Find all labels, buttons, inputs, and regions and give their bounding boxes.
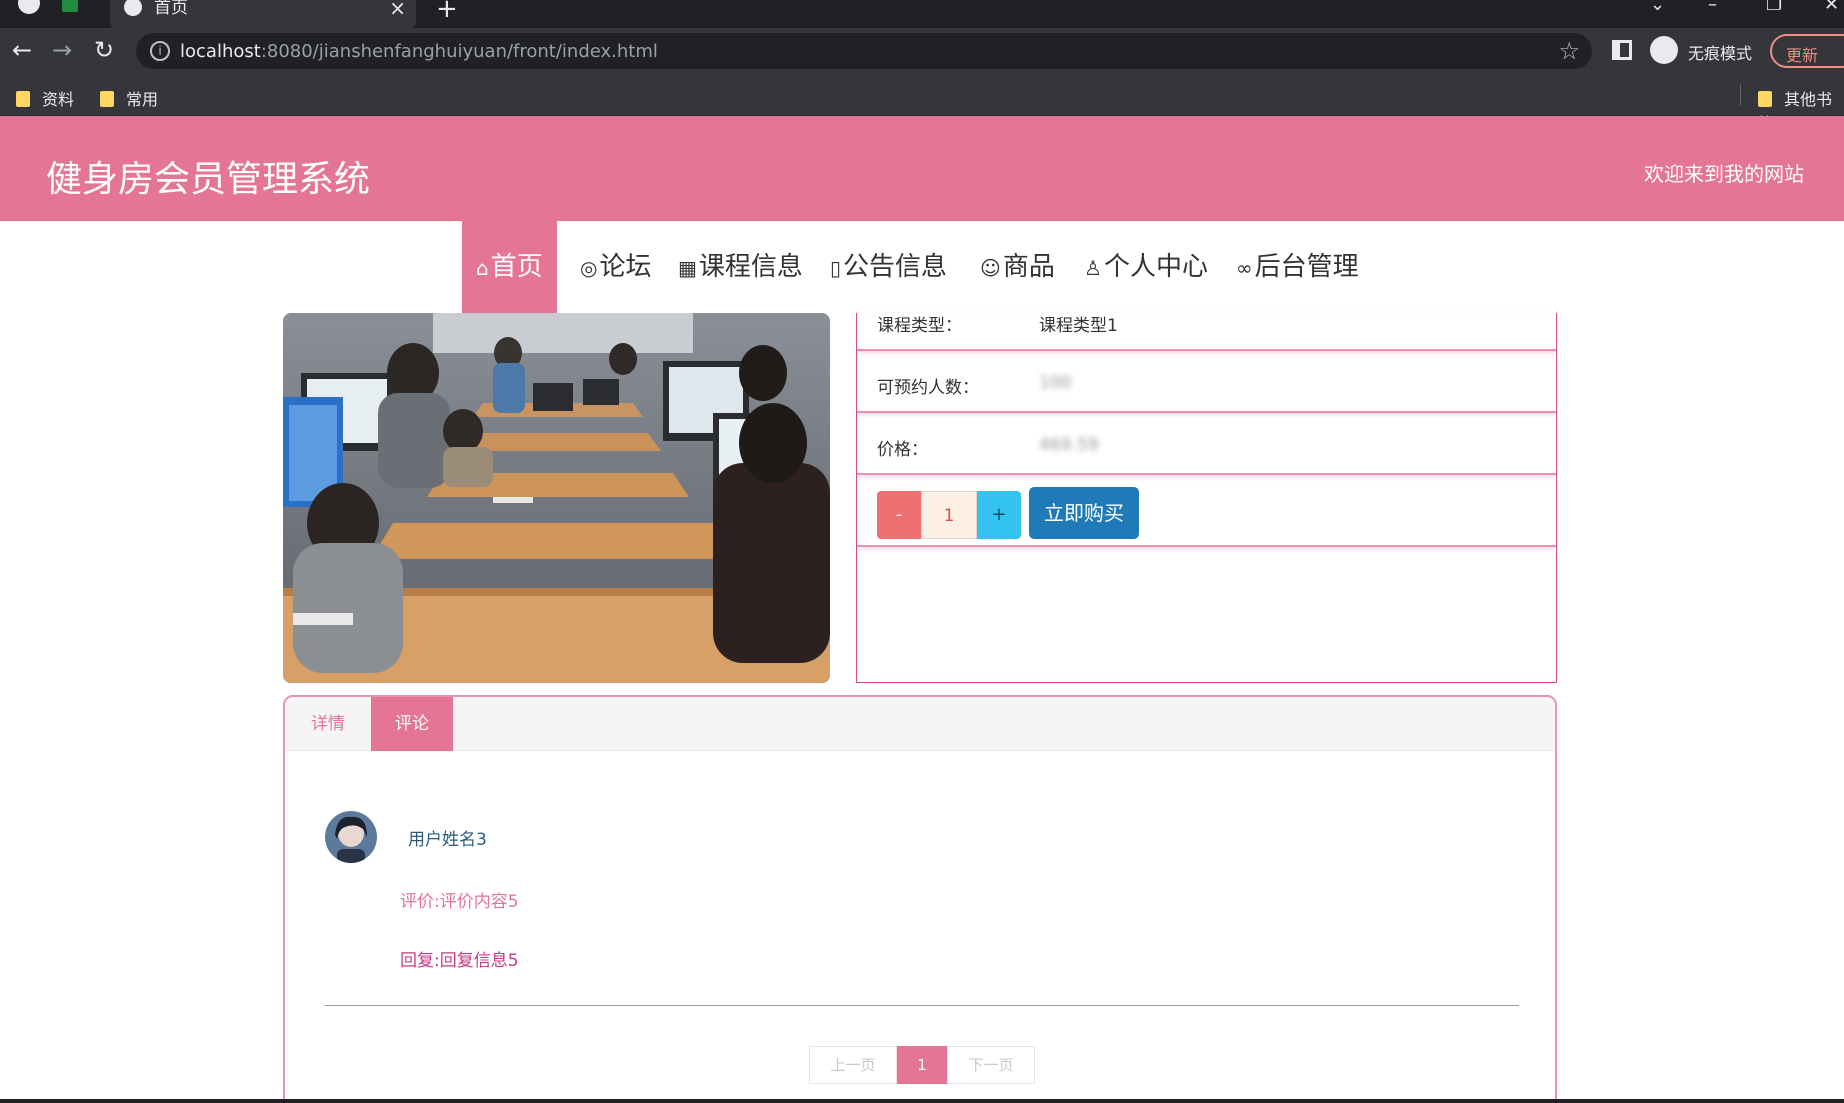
nav-label: 商品 (1002, 252, 1055, 282)
close-tab-icon[interactable]: × (389, 0, 406, 20)
comment-evaluation: 评价:评价内容5 (400, 892, 519, 912)
url-text[interactable]: localhost:8080/jianshenfanghuiyuan/front… (180, 41, 658, 62)
comments-panel: 详情 评论 用户姓名3 评价:评价内容5 回复:回复信息5 上一页 1 下一页 (283, 695, 1557, 1103)
browser-toolbar: ← → ↻ i localhost:8080/jianshenfanghuiyu… (0, 28, 1844, 74)
detail-row-course-type: 课程类型： 课程类型1 (857, 313, 1556, 351)
avatar-image (325, 811, 377, 863)
pagination-next-button[interactable]: 下一页 (947, 1046, 1035, 1084)
minimize-icon[interactable]: – (1708, 0, 1717, 15)
globe-icon (124, 0, 142, 16)
comment-reply: 回复:回复信息5 (400, 951, 519, 971)
book-icon: ▯ (830, 256, 842, 280)
site-header: 健身房会员管理系统 欢迎来到我的网站 (0, 116, 1844, 221)
bookmark-label: 常用 (126, 90, 159, 109)
nav-label: 课程信息 (698, 252, 803, 282)
calendar-icon: ▦ (678, 256, 697, 280)
quantity-input[interactable]: 1 (921, 491, 977, 539)
nav-item-profile[interactable]: ♙个人中心 (1084, 221, 1208, 313)
nav-item-courses[interactable]: ▦课程信息 (678, 221, 803, 313)
tab-comments[interactable]: 评论 (371, 697, 453, 751)
site-info-icon[interactable]: i (150, 41, 170, 61)
nav-label: 后台管理 (1254, 252, 1359, 282)
nav-item-admin[interactable]: ∞后台管理 (1236, 221, 1359, 313)
folder-icon (1758, 91, 1772, 107)
bottom-edge-bar (0, 1099, 1844, 1103)
restore-icon[interactable]: ❐ (1766, 0, 1782, 15)
detail-row-capacity: 可预约人数： 100 (857, 353, 1556, 413)
pagination-current-page[interactable]: 1 (897, 1046, 947, 1084)
incognito-icon[interactable] (1650, 36, 1678, 64)
tab-title: 首页 (154, 0, 188, 18)
forward-icon[interactable]: → (52, 36, 72, 64)
price-value: 469.59 (1039, 435, 1099, 455)
bookmark-folder[interactable]: 常用 (100, 86, 158, 110)
chrome-menu-icon[interactable] (18, 0, 40, 14)
url-host: localhost (180, 41, 261, 62)
folder-icon (16, 91, 30, 107)
nav-label: 个人中心 (1103, 252, 1208, 282)
link-icon: ∞ (1236, 256, 1253, 280)
window-close-icon[interactable]: ✕ (1824, 0, 1839, 15)
browser-tab-strip: 首页 × + ⌄ – ❐ ✕ (0, 0, 1844, 28)
capacity-value: 100 (1039, 373, 1072, 393)
folder-icon (100, 91, 114, 107)
tab-search-icon[interactable]: ⌄ (1650, 0, 1665, 15)
course-detail-panel: 课程类型： 课程类型1 可预约人数： 100 价格： 469.59 - 1 + … (856, 313, 1557, 683)
bookmark-folder[interactable]: 资料 (16, 86, 74, 110)
site-title: 健身房会员管理系统 (46, 159, 371, 200)
comment-divider (325, 1005, 1519, 1006)
buy-now-button[interactable]: 立即购买 (1029, 487, 1139, 539)
detail-tabs: 详情 评论 (285, 697, 1555, 751)
bookmarks-divider (1740, 84, 1741, 106)
back-icon[interactable]: ← (12, 36, 32, 64)
home-icon: ⌂ (476, 256, 489, 280)
user-icon: ♙ (1084, 256, 1102, 280)
nav-item-forum[interactable]: ◎论坛 (580, 221, 651, 313)
course-type-label: 课程类型： (877, 316, 962, 336)
capacity-label: 可预约人数： (877, 378, 979, 398)
course-type-value: 课程类型1 (1039, 316, 1118, 336)
nav-label: 公告信息 (843, 252, 948, 282)
pagination-prev-button[interactable]: 上一页 (809, 1046, 897, 1084)
bookmarks-bar: 资料 常用 其他书签 (0, 74, 1844, 133)
nav-label: 论坛 (599, 252, 652, 282)
bookmark-star-icon[interactable]: ☆ (1558, 37, 1580, 65)
main-nav: ⌂首页 ◎论坛 ▦课程信息 ▯公告信息 ☺商品 ♙个人中心 ∞后台管理 (0, 221, 1844, 313)
address-bar[interactable]: i localhost:8080/jianshenfanghuiyuan/fro… (136, 33, 1592, 69)
reload-icon[interactable]: ↻ (94, 36, 114, 64)
quantity-increase-button[interactable]: + (977, 491, 1021, 539)
detail-row-price: 价格： 469.59 (857, 415, 1556, 475)
welcome-text: 欢迎来到我的网站 (1644, 162, 1804, 186)
incognito-label: 无痕模式 (1688, 44, 1753, 63)
course-image (283, 313, 830, 683)
avatar (325, 811, 377, 863)
nav-label: 首页 (490, 252, 543, 282)
tab-details[interactable]: 详情 (285, 697, 371, 751)
palette-icon: ◎ (580, 256, 598, 280)
classroom-photo (283, 313, 830, 683)
update-button[interactable]: 更新 (1770, 34, 1844, 68)
url-path: :8080/jianshenfanghuiyuan/front/index.ht… (260, 41, 658, 62)
nav-item-products[interactable]: ☺商品 (980, 221, 1055, 313)
detail-row-purchase: - 1 + 立即购买 (857, 477, 1556, 547)
price-label: 价格： (877, 440, 928, 460)
nav-item-notices[interactable]: ▯公告信息 (830, 221, 947, 313)
browser-tab-active[interactable]: 首页 × (110, 0, 416, 28)
side-panel-icon[interactable] (1612, 40, 1632, 60)
sheets-favicon-icon[interactable] (62, 0, 78, 12)
nav-item-home[interactable]: ⌂首页 (462, 221, 557, 313)
bookmark-label: 资料 (42, 90, 75, 109)
smile-icon: ☺ (980, 256, 1001, 280)
comment-username: 用户姓名3 (408, 830, 487, 850)
new-tab-icon[interactable]: + (436, 0, 458, 24)
quantity-decrease-button[interactable]: - (877, 491, 921, 539)
